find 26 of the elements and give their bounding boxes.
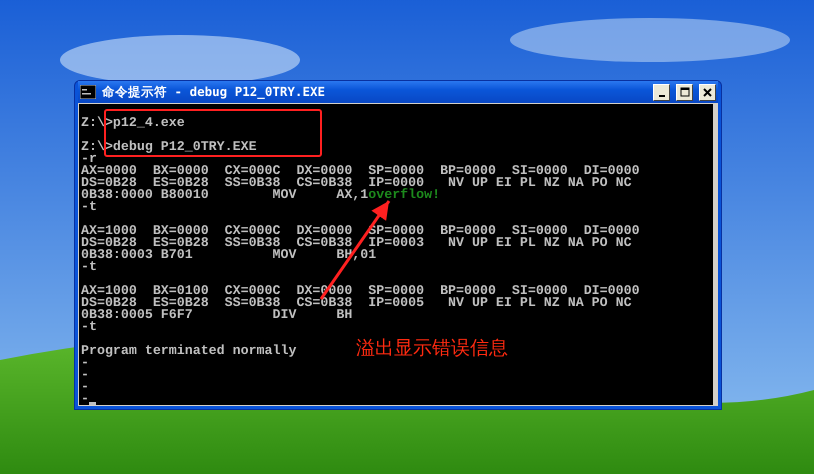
console-line: - — [81, 393, 89, 405]
console-line: -t — [81, 321, 97, 333]
annotation-text: 溢出显示错误信息 — [356, 337, 508, 361]
console-line: - — [81, 381, 89, 393]
console-line: -t — [81, 201, 97, 213]
close-icon — [703, 88, 712, 96]
console-line: DS=0B28 ES=0B28 SS=0B38 CS=0B38 IP=0005 NV UP EI PL NZ NA PO NC — [81, 297, 632, 309]
console-line: 0B38:0005 F6F7 DIV BH — [81, 309, 352, 321]
maximize-icon — [680, 87, 690, 97]
maximize-button[interactable] — [676, 84, 693, 100]
minimize-button[interactable] — [653, 84, 670, 100]
console-line: AX=0000 BX=0000 CX=000C DX=0000 SP=0000 BP=0000 SI=0000 DI=0000 — [81, 165, 640, 177]
console-line: 0B38:0000 B80010 MOV AX,1 — [81, 189, 368, 201]
console-line: -t — [81, 261, 97, 273]
close-button[interactable] — [699, 84, 716, 100]
window-title: 命令提示符 - debug P12_0TRY.EXE — [102, 82, 326, 101]
console-line: Program terminated normally — [81, 345, 296, 357]
console-line: DS=0B28 ES=0B28 SS=0B38 CS=0B38 IP=0000 NV UP EI PL NZ NA PO NC — [81, 177, 632, 189]
console-line: - — [81, 369, 89, 381]
console-icon — [80, 85, 96, 99]
console-line: AX=1000 BX=0000 CX=000C DX=0000 SP=0000 BP=0000 SI=0000 DI=0000 — [81, 225, 640, 237]
console-line: - — [81, 357, 89, 369]
console-line: -r — [81, 153, 97, 165]
console-line: DS=0B28 ES=0B28 SS=0B38 CS=0B38 IP=0003 NV UP EI PL NZ NA PO NC — [81, 237, 632, 249]
overflow-message: overflow! — [368, 189, 440, 201]
minimize-icon — [658, 94, 664, 96]
